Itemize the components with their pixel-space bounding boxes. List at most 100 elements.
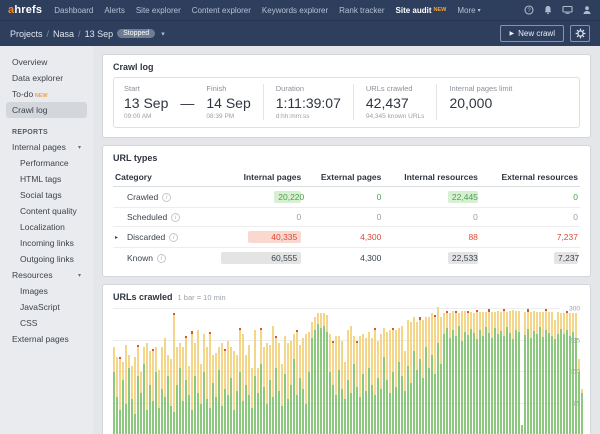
stacked-bar[interactable] [377,341,379,434]
stacked-bar[interactable] [230,347,232,434]
sidebar-item-javascript[interactable]: JavaScript [6,299,87,315]
sidebar-item-to-do[interactable]: To-do NEW [6,86,87,102]
stacked-bar[interactable] [368,332,370,434]
stacked-bar[interactable] [149,351,151,434]
stacked-bar[interactable] [236,355,238,434]
stacked-bar[interactable] [158,370,160,434]
stacked-bar[interactable] [335,336,337,434]
stacked-bar[interactable] [275,336,277,434]
nav-item-site-audit[interactable]: Site auditNEW [396,6,447,15]
stacked-bar[interactable] [131,366,133,434]
stacked-bar[interactable] [248,345,250,434]
stacked-bar[interactable] [413,317,415,434]
stacked-bar[interactable] [266,343,268,434]
stacked-bar[interactable] [167,355,169,434]
stacked-bar[interactable] [449,313,451,434]
stacked-bar[interactable] [329,334,331,434]
info-icon[interactable]: i [171,213,180,222]
sidebar-item-social-tags[interactable]: Social tags [6,187,87,203]
stacked-bar[interactable] [140,372,142,434]
stacked-bar[interactable] [194,343,196,434]
stacked-bar[interactable] [347,330,349,434]
stacked-bar[interactable] [239,328,241,434]
nav-item-keywords-explorer[interactable]: Keywords explorer [262,6,328,15]
stacked-bar[interactable] [314,317,316,434]
help-icon[interactable]: ? [524,5,534,15]
stacked-bar[interactable] [581,389,583,434]
stacked-bar[interactable] [326,315,328,434]
stacked-bar[interactable] [287,343,289,434]
stacked-bar[interactable] [164,338,166,434]
sidebar-item-performance[interactable]: Performance [6,155,87,171]
breadcrumb-part[interactable]: 13 Sep [85,29,114,39]
breadcrumb-part[interactable]: Nasa [53,29,74,39]
info-icon[interactable]: i [169,233,178,242]
stacked-bar[interactable] [278,343,280,434]
stacked-bar[interactable] [416,322,418,434]
stacked-bar[interactable] [260,328,262,434]
sidebar-item-css[interactable]: CSS [6,315,87,331]
stacked-bar[interactable] [386,332,388,434]
stacked-bar[interactable] [281,364,283,434]
sidebar-item-overview[interactable]: Overview [6,54,87,70]
stacked-bar[interactable] [197,330,199,434]
stacked-bar[interactable] [269,345,271,434]
stacked-bar[interactable] [371,338,373,434]
stacked-bar[interactable] [323,313,325,434]
sidebar-item-external-pages[interactable]: External pages [6,331,87,347]
stacked-bar[interactable] [122,362,124,434]
stacked-bar[interactable] [488,309,490,434]
new-crawl-button[interactable]: ▶New crawl [500,25,564,42]
stacked-bar[interactable] [134,357,136,434]
stacked-bar[interactable] [221,343,223,434]
sidebar-item-resources[interactable]: Resources▾ [6,267,87,283]
stacked-bar[interactable] [443,313,445,434]
stacked-bar[interactable] [212,355,214,434]
stacked-bar[interactable] [317,313,319,434]
stacked-bar[interactable] [218,347,220,434]
stacked-bar[interactable] [176,347,178,434]
stacked-bar[interactable] [380,334,382,434]
stacked-bar[interactable] [434,315,436,434]
stacked-bar[interactable] [494,312,496,434]
stacked-bar[interactable] [428,317,430,434]
stacked-bar[interactable] [143,347,145,434]
stacked-bar[interactable] [551,312,553,434]
stacked-bar[interactable] [476,310,478,434]
nav-item-alerts[interactable]: Alerts [104,6,124,15]
stacked-bar[interactable] [113,347,115,434]
stacked-bar[interactable] [446,311,448,434]
nav-item-rank-tracker[interactable]: Rank tracker [339,6,384,15]
stacked-bar[interactable] [290,341,292,434]
stacked-bar[interactable] [452,311,454,434]
stacked-bar[interactable] [503,309,505,434]
stacked-bar[interactable] [173,313,175,434]
sidebar-item-outgoing-links[interactable]: Outgoing links [6,251,87,267]
stacked-bar[interactable] [203,334,205,434]
stacked-bar[interactable] [389,330,391,434]
sidebar-item-internal-pages[interactable]: Internal pages▾ [6,139,87,155]
stacked-bar[interactable] [545,309,547,434]
stacked-bar[interactable] [356,341,358,434]
info-icon[interactable]: i [157,254,166,263]
stacked-bar[interactable] [470,312,472,434]
stacked-bar[interactable] [128,355,130,434]
bell-icon[interactable] [543,5,553,15]
stacked-bar[interactable] [479,312,481,434]
stacked-bar[interactable] [548,312,550,434]
stacked-bar[interactable] [242,334,244,434]
info-icon[interactable]: i [162,193,171,202]
breadcrumb-part[interactable]: Projects [10,29,43,39]
expand-row-icon[interactable]: ▸ [115,234,123,241]
stacked-bar[interactable] [509,311,511,434]
stacked-bar[interactable] [206,347,208,434]
stacked-bar[interactable] [464,311,466,434]
stacked-bar[interactable] [257,368,259,434]
monitor-icon[interactable] [562,5,573,15]
stacked-bar[interactable] [191,331,193,434]
stacked-bar[interactable] [512,310,514,434]
stacked-bar[interactable] [491,312,493,434]
stacked-bar[interactable] [200,364,202,434]
stacked-bar[interactable] [311,322,313,434]
stacked-bar[interactable] [395,330,397,434]
